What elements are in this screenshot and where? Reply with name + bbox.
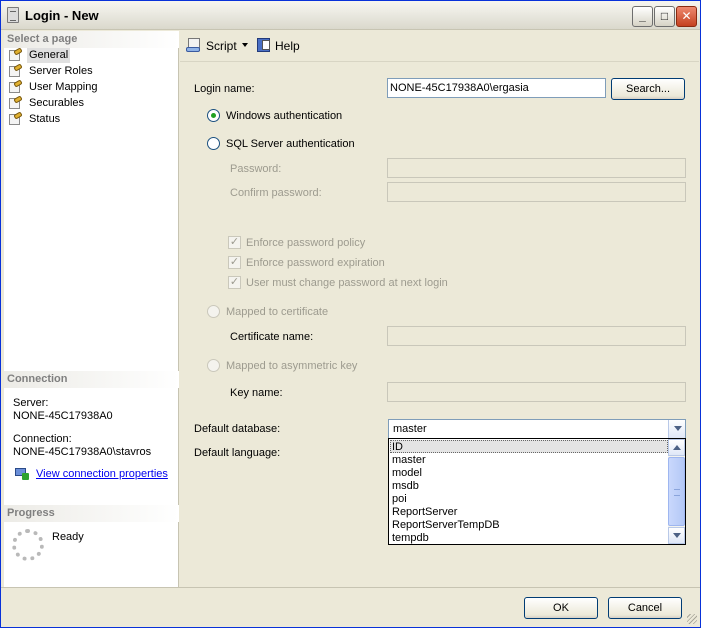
button-bar: OK Cancel bbox=[1, 587, 700, 627]
login-name-label: Login name: bbox=[194, 83, 255, 95]
list-item[interactable]: master bbox=[391, 454, 426, 467]
ok-button[interactable]: OK bbox=[524, 597, 598, 619]
combo-dropdown-button[interactable] bbox=[668, 420, 685, 438]
list-item[interactable]: tempdb bbox=[391, 532, 429, 544]
chevron-down-icon bbox=[674, 426, 682, 431]
select-page-header: Select a page bbox=[4, 31, 179, 48]
sql-auth-radio[interactable] bbox=[207, 137, 220, 150]
confirm-password-input[interactable] bbox=[387, 182, 686, 202]
key-name-label: Key name: bbox=[230, 387, 283, 399]
page-item-label: General bbox=[27, 48, 71, 63]
sql-auth-label: SQL Server authentication bbox=[226, 138, 355, 150]
cancel-button[interactable]: Cancel bbox=[608, 597, 682, 619]
scroll-up-button[interactable] bbox=[668, 439, 685, 456]
page-item-label: Securables bbox=[29, 97, 85, 109]
page-settings-icon bbox=[7, 47, 23, 62]
confirm-password-label: Confirm password: bbox=[230, 187, 322, 199]
close-button[interactable]: ✕ bbox=[676, 6, 697, 27]
list-item[interactable]: model bbox=[391, 467, 422, 480]
progress-header: Progress bbox=[4, 505, 179, 522]
page-item-label: User Mapping bbox=[29, 81, 98, 93]
list-item[interactable]: poi bbox=[391, 493, 407, 506]
help-icon[interactable] bbox=[256, 37, 272, 53]
scroll-down-button[interactable] bbox=[668, 527, 685, 544]
enforce-policy-label: Enforce password policy bbox=[246, 237, 366, 249]
dropdown-scrollbar[interactable] bbox=[668, 439, 685, 544]
mapped-asym-label: Mapped to asymmetric key bbox=[226, 360, 358, 372]
password-label: Password: bbox=[230, 163, 282, 175]
document-icon bbox=[7, 7, 19, 23]
page-settings-icon bbox=[7, 111, 23, 126]
windows-auth-radio[interactable] bbox=[207, 109, 220, 122]
default-database-label: Default database: bbox=[194, 423, 281, 435]
login-dialog: Login - New _ □ ✕ Select a page General … bbox=[0, 0, 701, 628]
key-name-input[interactable] bbox=[387, 382, 686, 402]
database-dropdown-list[interactable]: ID master model msdb poi ReportServer Re… bbox=[388, 438, 686, 545]
mapped-asym-radio[interactable] bbox=[207, 359, 220, 372]
script-icon[interactable] bbox=[186, 37, 202, 53]
server-value: NONE-45C17938A0 bbox=[13, 410, 113, 422]
default-database-select[interactable]: master bbox=[388, 419, 686, 439]
list-item[interactable]: ReportServerTempDB bbox=[391, 519, 500, 532]
window-title: Login - New bbox=[25, 8, 99, 23]
password-input[interactable] bbox=[387, 158, 686, 178]
page-item-label: Status bbox=[29, 113, 61, 125]
page-item-label: Server Roles bbox=[29, 65, 93, 77]
login-name-input[interactable]: NONE-45C17938A0\ergasia bbox=[387, 78, 606, 98]
connection-header: Connection bbox=[4, 371, 179, 388]
progress-spinner-icon bbox=[12, 529, 44, 561]
view-connection-properties-link[interactable]: View connection properties bbox=[36, 468, 168, 480]
mapped-cert-label: Mapped to certificate bbox=[226, 306, 329, 318]
page-settings-icon bbox=[7, 79, 23, 94]
connection-properties-icon bbox=[14, 467, 30, 481]
resize-grip-icon[interactable] bbox=[687, 614, 697, 624]
enforce-expiration-checkbox[interactable]: ✓ bbox=[228, 256, 241, 269]
list-item[interactable]: msdb bbox=[391, 480, 419, 493]
chevron-up-icon bbox=[673, 445, 681, 450]
must-change-label: User must change password at next login bbox=[246, 277, 448, 289]
page-settings-icon bbox=[7, 63, 23, 78]
search-button[interactable]: Search... bbox=[611, 78, 685, 100]
default-language-label: Default language: bbox=[194, 447, 281, 459]
server-label: Server: bbox=[13, 397, 49, 409]
grip-icon bbox=[674, 489, 680, 496]
left-pane: Select a page General Server Roles User … bbox=[4, 31, 179, 587]
help-button[interactable]: Help bbox=[275, 39, 300, 53]
default-database-value: master bbox=[393, 423, 427, 435]
certificate-name-label: Certificate name: bbox=[230, 331, 314, 343]
connection-value: NONE-45C17938A0\stavros bbox=[13, 446, 152, 458]
script-dropdown-arrow-icon[interactable] bbox=[242, 43, 248, 47]
title-bar[interactable]: Login - New _ □ ✕ bbox=[1, 1, 700, 30]
chevron-down-icon bbox=[673, 533, 681, 538]
enforce-expiration-label: Enforce password expiration bbox=[246, 257, 385, 269]
page-settings-icon bbox=[7, 95, 23, 110]
certificate-name-input[interactable] bbox=[387, 326, 686, 346]
script-button[interactable]: Script bbox=[206, 39, 237, 53]
enforce-policy-checkbox[interactable]: ✓ bbox=[228, 236, 241, 249]
windows-auth-label: Windows authentication bbox=[226, 110, 343, 122]
maximize-button[interactable]: □ bbox=[654, 6, 675, 27]
progress-status: Ready bbox=[52, 531, 84, 543]
minimize-button[interactable]: _ bbox=[632, 6, 653, 27]
toolbar: Script Help bbox=[180, 31, 699, 62]
list-item[interactable]: ID bbox=[390, 440, 668, 453]
scroll-thumb[interactable] bbox=[668, 457, 685, 526]
mapped-cert-radio[interactable] bbox=[207, 305, 220, 318]
connection-label: Connection: bbox=[13, 433, 72, 445]
list-item[interactable]: ReportServer bbox=[391, 506, 457, 519]
must-change-checkbox[interactable]: ✓ bbox=[228, 276, 241, 289]
